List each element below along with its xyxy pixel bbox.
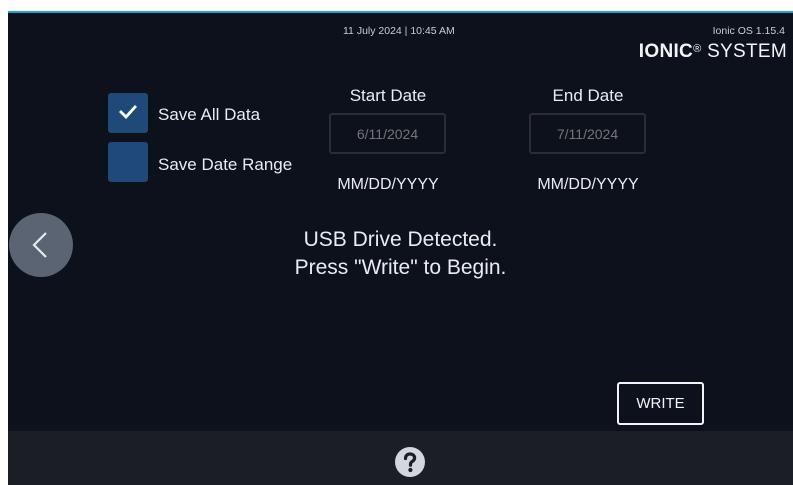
save-date-range-checkbox[interactable] <box>108 142 148 182</box>
end-date-title: End Date <box>552 86 624 105</box>
question-circle-icon[interactable] <box>394 446 426 478</box>
brand-suffix: SYSTEM <box>707 41 787 62</box>
start-date-input[interactable] <box>329 113 446 154</box>
end-date-input[interactable] <box>529 113 646 154</box>
save-date-range-label[interactable]: Save Date Range <box>158 155 292 175</box>
registered-mark: ® <box>693 43 702 55</box>
os-version: Ionic OS 1.15.4 <box>712 25 785 37</box>
brand-logo: IONIC® SYSTEM <box>639 41 787 63</box>
status-message-line-1: USB Drive Detected. <box>303 228 498 251</box>
save-all-data-checkbox[interactable] <box>108 93 148 133</box>
check-icon <box>119 105 137 119</box>
bottom-bar <box>8 431 793 485</box>
end-date-format: MM/DD/YYYY <box>537 176 639 193</box>
write-button[interactable]: WRITE <box>617 382 704 425</box>
top-accent-line <box>8 11 793 13</box>
screen: 11 July 2024 | 10:45 AM Ionic OS 1.15.4 … <box>8 11 793 485</box>
timestamp: 11 July 2024 | 10:45 AM <box>343 25 455 37</box>
status-message-line-2: Press "Write" to Begin. <box>294 256 507 279</box>
start-date-format: MM/DD/YYYY <box>337 176 439 193</box>
brand-name: IONIC <box>638 41 694 62</box>
save-all-data-label[interactable]: Save All Data <box>158 105 260 125</box>
start-date-title: Start Date <box>349 86 427 105</box>
